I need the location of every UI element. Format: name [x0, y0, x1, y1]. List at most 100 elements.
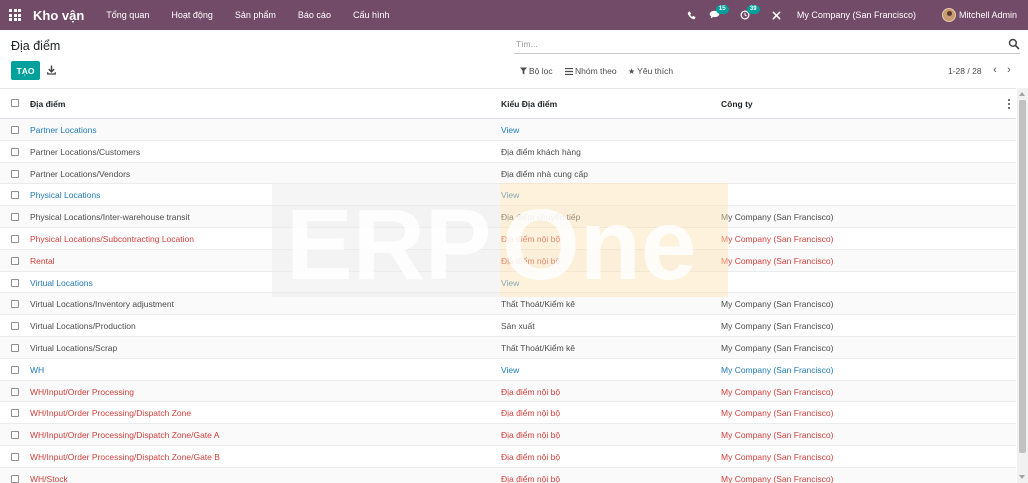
row-checkbox[interactable]	[11, 300, 19, 309]
cell-location-type: Địa điểm nội bộ	[501, 473, 561, 483]
search-icon[interactable]	[1008, 38, 1020, 50]
cell-location: WH	[30, 364, 45, 375]
list-scrollbar[interactable]	[1017, 88, 1028, 483]
row-checkbox[interactable]	[11, 147, 19, 156]
breadcrumb: Địa điểm	[11, 39, 61, 53]
menu-cau-hinh[interactable]: Cấu hình	[353, 10, 390, 20]
table-row[interactable]: Rental Địa điểm nội bộ My Company (San Fra…	[0, 249, 1016, 272]
cell-company: My Company (San Francisco)	[721, 321, 834, 332]
select-all-checkbox[interactable]	[11, 99, 19, 107]
row-checkbox[interactable]	[11, 387, 19, 396]
pager-value[interactable]: 1-28 / 28	[948, 66, 982, 76]
column-header-location[interactable]: Địa điểm	[30, 99, 65, 109]
menu-bao-cao[interactable]: Báo cáo	[298, 10, 331, 20]
cell-location: Physical Locations/Inter-warehouse trans…	[30, 212, 190, 223]
clock-icon[interactable]: 39	[740, 5, 760, 20]
cell-location: WH/Input/Order Processing/Dispatch Zone/…	[30, 452, 220, 462]
cell-location: Partner Locations/Customers	[30, 146, 141, 157]
column-options-icon[interactable]	[1007, 99, 1011, 109]
cell-location-type: Địa điểm nội bộ	[501, 408, 561, 419]
table-row[interactable]: Physical Locations/Subcontracting Locati…	[0, 228, 1016, 250]
cell-company: My Company (San Francisco)	[721, 386, 834, 397]
cell-location-type: Địa điểm nhà cung cấp	[501, 168, 588, 179]
favorites-toggle[interactable]: ★ Yêu thích	[628, 66, 673, 76]
row-checkbox[interactable]	[11, 191, 19, 200]
cell-location: WH/Input/Order Processing/Dispatch Zone/…	[30, 430, 220, 441]
table-row[interactable]: Virtual Locations/Scrap Thất Thoát/Kiểm k…	[0, 337, 1016, 359]
phone-icon[interactable]	[687, 11, 696, 20]
row-checkbox[interactable]	[11, 235, 19, 243]
chat-icon[interactable]: 15	[709, 5, 729, 20]
table-row[interactable]: WH/Input/Order Processing/Dispatch Zone Đ…	[0, 402, 1016, 425]
cell-location-type: Địa điểm khách hàng	[501, 146, 581, 157]
company-switcher[interactable]: My Company (San Francisco)	[797, 10, 916, 20]
app-name[interactable]: Kho vận	[33, 8, 84, 23]
column-header-company[interactable]: Công ty	[721, 99, 753, 109]
table-row[interactable]: WH/Input/Order Processing/Dispatch Zone/…	[0, 424, 1016, 446]
navbar-systray: 15 39 My Company (San Francisco) Mitchel…	[687, 0, 1028, 30]
cell-location-type: View	[501, 125, 520, 135]
cell-company: My Company (San Francisco)	[721, 212, 834, 223]
cell-location-type: View	[501, 364, 520, 375]
menu-hoat-dong[interactable]: Hoạt động	[171, 10, 213, 20]
star-icon: ★	[628, 66, 636, 76]
table-row[interactable]: Partner Locations/Vendors Địa điểm nhà cu…	[0, 162, 1016, 185]
table-row[interactable]: Partner Locations View	[0, 119, 1016, 141]
scroll-down-icon[interactable]	[1019, 475, 1025, 479]
group-by-toggle[interactable]: Nhóm theo	[565, 66, 617, 76]
row-checkbox[interactable]	[11, 344, 19, 352]
row-checkbox[interactable]	[11, 431, 19, 440]
row-checkbox[interactable]	[11, 474, 19, 483]
table-row[interactable]: WH/Input/Order Processing Địa điểm nội bộ…	[0, 380, 1016, 403]
cell-location: Partner Locations	[30, 125, 97, 135]
locations-list: Địa điểm Kiểu Địa điểm Công ty Partner L…	[0, 88, 1016, 483]
apps-grid-icon[interactable]	[0, 0, 30, 30]
scroll-up-icon[interactable]	[1019, 92, 1025, 96]
cell-location-type: View	[501, 190, 520, 201]
top-navbar: Kho vận Tổng quan Hoạt động Sản phẩm Báo…	[0, 0, 1028, 30]
table-row[interactable]: Virtual Locations View	[0, 272, 1016, 294]
table-row[interactable]: Virtual Locations/Inventory adjustment Th…	[0, 293, 1016, 316]
cell-location: Physical Locations/Subcontracting Locati…	[30, 234, 194, 244]
table-row[interactable]: Physical Locations/Inter-warehouse trans…	[0, 206, 1016, 228]
chevron-right-icon[interactable]: ›	[1003, 64, 1015, 76]
cell-location: Virtual Locations/Scrap	[30, 343, 118, 353]
row-checkbox[interactable]	[11, 322, 19, 331]
cell-location-type: Sản xuất	[501, 321, 535, 332]
row-checkbox[interactable]	[11, 256, 19, 265]
cell-company: My Company (San Francisco)	[721, 452, 834, 462]
search-input[interactable]	[516, 37, 996, 51]
avatar[interactable]	[941, 8, 956, 22]
row-checkbox[interactable]	[11, 409, 19, 418]
table-row[interactable]: Virtual Locations/Production Sản xuất My C…	[0, 315, 1016, 337]
table-row[interactable]: Physical Locations View	[0, 184, 1016, 207]
table-row[interactable]: WH/Input/Order Processing/Dispatch Zone/…	[0, 446, 1016, 468]
scroll-thumb[interactable]	[1019, 100, 1026, 453]
cell-location: WH/Stock	[30, 473, 68, 483]
row-checkbox[interactable]	[11, 169, 19, 178]
table-row[interactable]: WH/Stock Địa điểm nội bộ My Company (San F…	[0, 467, 1016, 483]
column-header-type[interactable]: Kiểu Địa điểm	[501, 99, 557, 109]
messages-badge: 15	[715, 5, 729, 14]
row-checkbox[interactable]	[11, 126, 19, 134]
cell-location: Rental	[30, 255, 55, 266]
menu-tong-quan[interactable]: Tổng quan	[106, 10, 149, 20]
row-checkbox[interactable]	[11, 278, 19, 287]
chevron-left-icon[interactable]: ‹	[989, 64, 1001, 76]
row-checkbox[interactable]	[11, 213, 19, 222]
cell-location: Virtual Locations/Production	[30, 321, 136, 332]
table-row[interactable]: Partner Locations/Customers Địa điểm khác…	[0, 141, 1016, 163]
table-row[interactable]: WH View My Company (San Francisco)	[0, 359, 1016, 381]
download-icon[interactable]	[47, 65, 56, 75]
menu-san-pham[interactable]: Sản phẩm	[235, 10, 276, 20]
row-checkbox[interactable]	[11, 453, 19, 461]
create-button[interactable]: TẠO	[11, 61, 40, 80]
cell-location-type: Địa điểm chuyển tiếp	[501, 212, 581, 223]
close-icon[interactable]	[772, 11, 781, 20]
user-menu[interactable]: Mitchell Admin	[959, 10, 1017, 20]
group-by-label: Nhóm theo	[575, 66, 617, 76]
cell-location-type: Địa điểm nội bộ	[501, 386, 561, 397]
filters-toggle[interactable]: Bộ lọc	[520, 66, 553, 76]
favorites-label: Yêu thích	[637, 66, 674, 76]
row-checkbox[interactable]	[11, 365, 19, 374]
